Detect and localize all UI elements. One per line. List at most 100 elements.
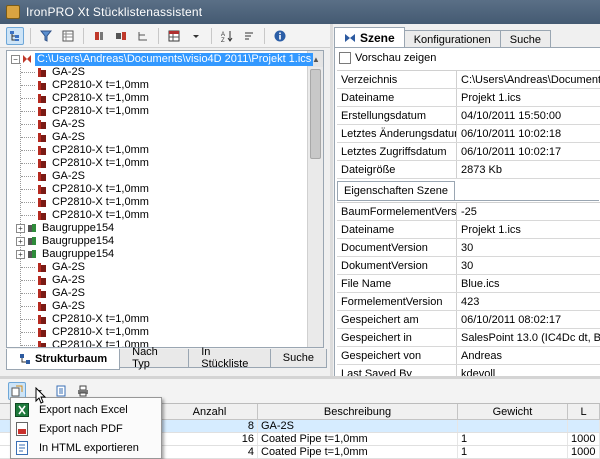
tree-item-label: CP2810-X t=1,0mm xyxy=(52,183,149,195)
tree-branch-line xyxy=(21,163,35,164)
tree-item-label: CP2810-X t=1,0mm xyxy=(52,209,149,221)
tree-icon xyxy=(10,30,19,41)
menu-item-export-pdf[interactable]: Export nach PDF xyxy=(11,419,161,438)
property-row[interactable]: Letztes Zugriffsdatum 06/10/2011 10:02:17 xyxy=(337,143,600,161)
tree-item-label: Baugruppe154 xyxy=(42,235,115,247)
property-row[interactable]: DokumentVersion 30 xyxy=(337,257,600,275)
tree-part-item[interactable]: GA-2S xyxy=(37,170,87,183)
property-name: Gespeichert in xyxy=(337,329,457,346)
expand-toggle[interactable]: + xyxy=(16,250,25,259)
property-row[interactable]: Verzeichnis C:\Users\Andreas\Documents\vi… xyxy=(337,71,600,89)
tree-group-item[interactable]: + Baugruppe154 xyxy=(16,248,116,261)
property-row[interactable]: BaumFormelementVersion -25 xyxy=(337,203,600,221)
part-filter-button[interactable] xyxy=(90,27,108,45)
tree-part-item[interactable]: CP2810-X t=1,0mm xyxy=(37,144,151,157)
preview-toggle[interactable]: Vorschau zeigen xyxy=(339,52,436,64)
property-row[interactable]: Letztes Änderungsdatum 06/10/2011 10:02:1… xyxy=(337,125,600,143)
tab-suche-right[interactable]: Suche xyxy=(499,30,551,48)
tree-part-item[interactable]: GA-2S xyxy=(37,118,87,131)
part-icon xyxy=(38,185,46,194)
property-row[interactable]: Gespeichert in SalesPoint 13.0 (IC4Dc dt,… xyxy=(337,329,600,347)
property-row[interactable]: File Name Blue.ics xyxy=(337,275,600,293)
preview-checkbox[interactable] xyxy=(339,52,351,64)
tree-part-item[interactable]: GA-2S xyxy=(37,261,87,274)
property-row[interactable]: Dateiname Projekt 1.ics xyxy=(337,89,600,107)
tree-part-item[interactable]: CP2810-X t=1,0mm xyxy=(37,105,151,118)
tab-strukturbaum[interactable]: Strukturbaum xyxy=(6,349,121,370)
scroll-thumb[interactable] xyxy=(310,69,321,159)
tab-suche[interactable]: Suche xyxy=(269,349,327,368)
expand-toggle[interactable]: + xyxy=(16,237,25,246)
property-row[interactable]: FormelementVersion 423 xyxy=(337,293,600,311)
property-row[interactable]: Last Saved By kdevoll xyxy=(337,365,600,376)
tab-szene[interactable]: Szene xyxy=(334,27,405,48)
property-name: Dateigröße xyxy=(337,161,457,178)
tree-item-label: CP2810-X t=1,0mm xyxy=(52,92,149,104)
column-header-beschreibung[interactable]: Beschreibung xyxy=(258,404,458,419)
tree-part-item[interactable]: CP2810-X t=1,0mm xyxy=(37,313,151,326)
tree-branch-line xyxy=(21,176,35,177)
cell-beschreibung: GA-2S xyxy=(258,420,458,432)
tree-part-item[interactable]: GA-2S xyxy=(37,287,87,300)
tree-root[interactable]: − C:\Users\Andreas\Documents\visio4D 2011… xyxy=(11,53,314,66)
column-header-gewicht[interactable]: Gewicht xyxy=(458,404,568,419)
tree-part-item[interactable]: CP2810-X t=1,0mm xyxy=(37,157,151,170)
tree-branch-line xyxy=(21,319,35,320)
property-name: File Name xyxy=(337,275,457,292)
tree-part-item[interactable]: CP2810-X t=1,0mm xyxy=(37,326,151,339)
menu-item-export-html[interactable]: In HTML exportieren xyxy=(11,438,161,457)
assembly-icon xyxy=(28,224,36,232)
menu-item-export-excel[interactable]: Export nach Excel xyxy=(11,400,161,419)
tree-part-item[interactable]: GA-2S xyxy=(37,274,87,287)
collapse-toggle[interactable]: − xyxy=(11,55,20,64)
tree-part-item[interactable]: CP2810-X t=1,0mm xyxy=(37,183,151,196)
filter-button[interactable] xyxy=(37,27,55,45)
info-button[interactable] xyxy=(271,27,289,45)
right-tabs: Szene Konfigurationen Suche xyxy=(334,26,600,48)
column-header-anzahl[interactable]: Anzahl xyxy=(162,404,258,419)
scene-root-icon xyxy=(23,55,31,63)
expand-toggle[interactable]: + xyxy=(16,224,25,233)
tree-view-button[interactable] xyxy=(6,26,24,45)
tab-in-stueckliste[interactable]: In Stückliste xyxy=(188,346,271,370)
structure-tree[interactable]: ▲ − C:\Users\Andreas\Documents\visio4D 20… xyxy=(6,50,324,348)
sort-button[interactable]: AZ xyxy=(218,27,236,45)
collapse-button[interactable] xyxy=(240,27,258,45)
tree-branch-line xyxy=(21,98,35,99)
tree-branch-line xyxy=(21,137,35,138)
property-row[interactable]: Dateigröße 2873 Kb xyxy=(337,161,600,179)
tree-branch-line xyxy=(21,345,35,346)
property-row[interactable]: Dateiname Projekt 1.ics xyxy=(337,221,600,239)
tab-eigenschaften-szene[interactable]: Eigenschaften Szene xyxy=(337,181,455,200)
tree-part-item[interactable]: GA-2S xyxy=(37,131,87,144)
property-value: 30 xyxy=(461,259,474,272)
tree-part-item[interactable]: CP2810-X t=1,0mm xyxy=(37,79,151,92)
tab-nach-typ[interactable]: Nach Typ xyxy=(119,346,190,370)
tree-group-item[interactable]: + Baugruppe154 xyxy=(16,222,116,235)
property-row[interactable]: Gespeichert von Andreas xyxy=(337,347,600,365)
view-options-button[interactable] xyxy=(165,27,183,45)
column-header-l[interactable]: L xyxy=(568,404,600,419)
tree-group-item[interactable]: + Baugruppe154 xyxy=(16,235,116,248)
view-options-dropdown[interactable] xyxy=(187,27,205,45)
hierarchy-button[interactable] xyxy=(134,27,152,45)
tree-part-item[interactable]: CP2810-X t=1,0mm xyxy=(37,92,151,105)
tab-label: Eigenschaften Szene xyxy=(344,185,448,197)
tree-vertical-scrollbar[interactable]: ▲ xyxy=(307,51,323,347)
property-value: Projekt 1.ics xyxy=(461,91,521,104)
tree-item-label: GA-2S xyxy=(52,118,86,130)
tree-part-item[interactable]: GA-2S xyxy=(37,66,87,79)
export-icon xyxy=(11,385,23,397)
group-filter-button[interactable] xyxy=(112,27,130,45)
property-row[interactable]: Gespeichert am 06/10/2011 08:02:17 xyxy=(337,311,600,329)
property-row[interactable]: DocumentVersion 30 xyxy=(337,239,600,257)
tree-branch-line xyxy=(21,215,35,216)
tree-part-item[interactable]: CP2810-X t=1,0mm xyxy=(37,196,151,209)
tree-part-item[interactable]: CP2810-X t=1,0mm xyxy=(37,209,151,222)
tab-konfigurationen[interactable]: Konfigurationen xyxy=(403,30,501,48)
property-row[interactable]: Erstellungsdatum 04/10/2011 15:50:00 xyxy=(337,107,600,125)
panel-splitter[interactable] xyxy=(330,24,333,376)
tab-label: Nach Typ xyxy=(132,346,158,370)
grid-button[interactable] xyxy=(59,27,77,45)
tree-part-item[interactable]: GA-2S xyxy=(37,300,87,313)
